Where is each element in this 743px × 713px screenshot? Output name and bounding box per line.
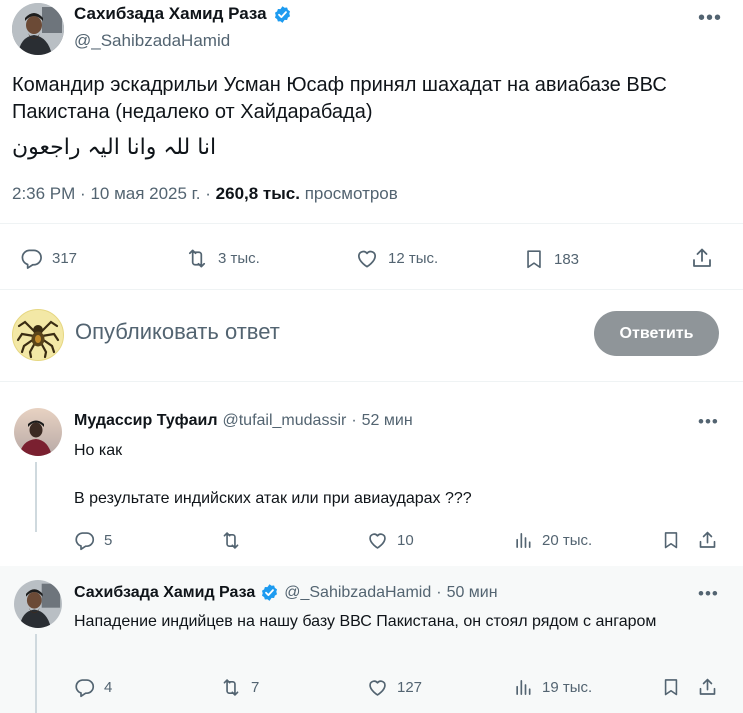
reply-author-avatar[interactable] xyxy=(14,580,62,628)
repost-count: 7 xyxy=(251,679,260,696)
verified-badge-icon xyxy=(262,584,278,601)
header-separator: · xyxy=(436,583,442,601)
repost-action[interactable] xyxy=(220,530,251,551)
reply-count: 4 xyxy=(104,679,113,696)
repost-icon xyxy=(188,249,206,268)
reply-action[interactable]: 5 xyxy=(74,530,112,551)
bookmark-icon xyxy=(527,250,541,269)
like-count: 12 тыс. xyxy=(388,250,439,267)
reply-icon xyxy=(75,532,95,551)
like-action[interactable]: 127 xyxy=(367,677,422,698)
reply-text-line: Но как xyxy=(74,442,123,459)
verified-badge-icon xyxy=(274,5,290,23)
bookmark-action[interactable]: 183 xyxy=(523,247,579,271)
views-action[interactable]: 20 тыс. xyxy=(513,530,592,551)
share-icon xyxy=(699,678,716,695)
tweet-arabic-text: انا للہ وانا الیہ راجعون xyxy=(12,135,217,160)
bookmark-action[interactable] xyxy=(661,676,681,698)
reply-author-name[interactable]: Сахибзада Хамид Раза xyxy=(74,584,255,602)
views-count: 19 тыс. xyxy=(542,679,593,696)
thread-connector xyxy=(35,634,37,713)
tweet-date[interactable]: 10 мая 2025 г. xyxy=(90,184,200,203)
author-photo xyxy=(12,3,64,55)
bookmark-icon xyxy=(664,679,678,696)
tweet-meta: 2:36 PM · 10 мая 2025 г. · 260,8 тыс. пр… xyxy=(12,184,398,204)
reply-count: 5 xyxy=(104,532,113,549)
reply-author-name[interactable]: Мудассир Туфаил xyxy=(74,412,217,430)
share-icon xyxy=(693,248,711,267)
share-action[interactable] xyxy=(697,529,718,551)
author-handle[interactable]: @_SahibzadaHamid xyxy=(74,31,230,51)
heart-icon xyxy=(357,250,377,268)
views-count: 20 тыс. xyxy=(542,532,593,549)
repost-action[interactable]: 3 тыс. xyxy=(185,247,260,270)
share-icon xyxy=(699,531,716,548)
share-action[interactable] xyxy=(697,676,718,698)
views-label: просмотров xyxy=(304,184,398,203)
reply-time[interactable]: 52 мин xyxy=(362,412,413,430)
reply-author-photo xyxy=(14,580,62,628)
meta-separator: · xyxy=(80,184,91,203)
bookmark-action[interactable] xyxy=(661,529,681,551)
repost-count: 3 тыс. xyxy=(218,250,260,267)
divider xyxy=(0,223,743,224)
reply-text-line: В результате индийских атак или при авиа… xyxy=(74,490,472,507)
reply-author-handle[interactable]: @tufail_mudassir xyxy=(222,412,346,430)
reply-header: Сахибзада Хамид Раза @_SahibzadaHamid · … xyxy=(74,583,498,602)
reply-icon xyxy=(75,679,95,698)
reply-action[interactable]: 317 xyxy=(20,247,77,270)
spider-avatar-icon xyxy=(16,320,60,359)
share-action[interactable] xyxy=(690,246,714,270)
repost-icon xyxy=(223,679,239,696)
current-user-avatar[interactable] xyxy=(12,309,64,361)
reply-icon xyxy=(21,249,42,269)
more-options-icon[interactable]: ••• xyxy=(698,8,722,28)
heart-icon xyxy=(369,533,386,549)
reply-author-avatar[interactable] xyxy=(14,408,62,456)
reply-header: Мудассир Туфаил @tufail_mudassir · 52 ми… xyxy=(74,412,413,430)
analytics-icon xyxy=(516,533,531,548)
repost-icon xyxy=(223,532,239,549)
reply-action[interactable]: 4 xyxy=(74,677,112,698)
meta-separator: · xyxy=(205,184,216,203)
views-action[interactable]: 19 тыс. xyxy=(513,677,592,698)
like-action[interactable]: 12 тыс. xyxy=(355,247,438,270)
reply-text: Нападение индийцев на нашу базу ВВС Паки… xyxy=(74,613,657,630)
author-avatar[interactable] xyxy=(12,3,64,55)
tweet-time[interactable]: 2:36 PM xyxy=(12,184,75,203)
more-options-icon[interactable]: ••• xyxy=(698,413,719,430)
bookmark-count: 183 xyxy=(554,250,580,268)
divider xyxy=(0,289,743,290)
like-action[interactable]: 10 xyxy=(367,530,414,551)
reply-author-handle[interactable]: @_SahibzadaHamid xyxy=(284,584,431,602)
header-separator: · xyxy=(351,412,357,429)
repost-action[interactable]: 7 xyxy=(220,677,259,698)
views-count: 260,8 тыс. xyxy=(215,184,300,203)
more-options-icon[interactable]: ••• xyxy=(698,585,719,602)
reply-author-photo xyxy=(14,408,62,456)
bookmark-icon xyxy=(664,532,678,549)
like-count: 10 xyxy=(397,532,414,549)
heart-icon xyxy=(369,680,386,696)
divider xyxy=(0,381,743,382)
author-name[interactable]: Сахибзада Хамид Раза xyxy=(74,4,292,24)
analytics-icon xyxy=(516,680,531,695)
reply-count: 317 xyxy=(52,250,78,267)
reply-compose-input[interactable]: Опубликовать ответ xyxy=(75,319,280,345)
like-count: 127 xyxy=(397,679,423,696)
reply-submit-button[interactable]: Ответить xyxy=(594,311,719,356)
tweet-text: Командир эскадрильи Усман Юсаф принял ша… xyxy=(12,74,667,123)
thread-connector xyxy=(35,462,37,532)
reply-time[interactable]: 50 мин xyxy=(447,584,498,602)
author-name-text: Сахибзада Хамид Раза xyxy=(74,4,267,23)
